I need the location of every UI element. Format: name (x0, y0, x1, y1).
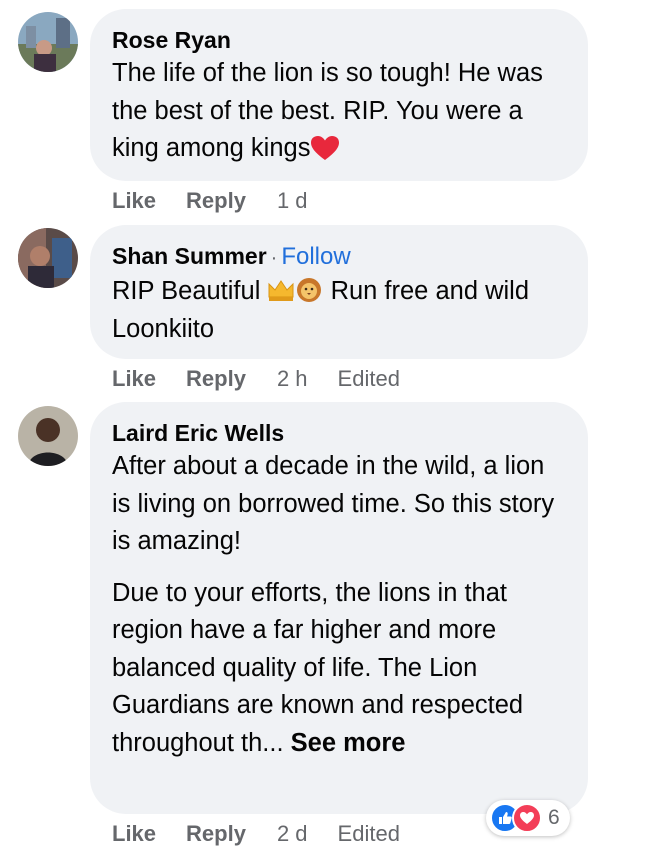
like-button[interactable]: Like (112, 366, 156, 392)
comment-actions: Like Reply 1 d (112, 188, 308, 214)
reply-button[interactable]: Reply (186, 188, 246, 214)
edited-label[interactable]: Edited (338, 821, 400, 846)
like-button[interactable]: Like (112, 821, 156, 846)
comment-bubble: Shan Summer · Follow RIP Beautiful Run fre… (90, 225, 588, 359)
comment-text: The life of the lion is so tough! He was… (112, 59, 543, 162)
crown-icon (268, 280, 294, 301)
comment-text: RIP Beautiful Run free and wild Loonkiit… (112, 277, 530, 343)
reply-button[interactable]: Reply (186, 821, 246, 846)
like-button[interactable]: Like (112, 188, 156, 214)
comment-text: After about a decade in the wild, a lion… (112, 448, 566, 762)
reaction-count: 6 (548, 806, 560, 829)
author-name[interactable]: Shan Summer (112, 243, 267, 269)
comment-paragraph: After about a decade in the wild, a lion… (112, 452, 555, 555)
reaction-summary[interactable]: 6 (486, 800, 570, 836)
edited-label[interactable]: Edited (338, 366, 400, 392)
timestamp[interactable]: 2 h (277, 366, 308, 392)
follow-button[interactable]: Follow (281, 243, 350, 270)
see-more-link[interactable]: See more (291, 729, 406, 757)
comment-bubble: Laird Eric Wells After about a decade in… (90, 402, 588, 814)
comment-actions: Like Reply 2 d Edited (112, 821, 400, 846)
author-name[interactable]: Laird Eric Wells (112, 420, 284, 446)
comment-bubble: Rose Ryan The life of the lion is so tou… (90, 9, 588, 181)
separator: · (270, 247, 278, 269)
avatar-photo (18, 406, 78, 466)
timestamp[interactable]: 2 d (277, 821, 308, 846)
author-name[interactable]: Rose Ryan (112, 27, 231, 53)
avatar-photo (18, 12, 78, 72)
comment-actions: Like Reply 2 h Edited (112, 366, 400, 392)
timestamp[interactable]: 1 d (277, 188, 308, 214)
avatar[interactable] (18, 12, 78, 72)
reply-button[interactable]: Reply (186, 366, 246, 392)
red-heart-icon (311, 136, 340, 160)
love-reaction-icon (512, 803, 542, 833)
lion-face-icon (297, 278, 322, 302)
avatar[interactable] (18, 406, 78, 466)
avatar-photo (18, 228, 78, 288)
comment-paragraph: Due to your efforts, the lions in that r… (112, 578, 524, 757)
avatar[interactable] (18, 228, 78, 288)
